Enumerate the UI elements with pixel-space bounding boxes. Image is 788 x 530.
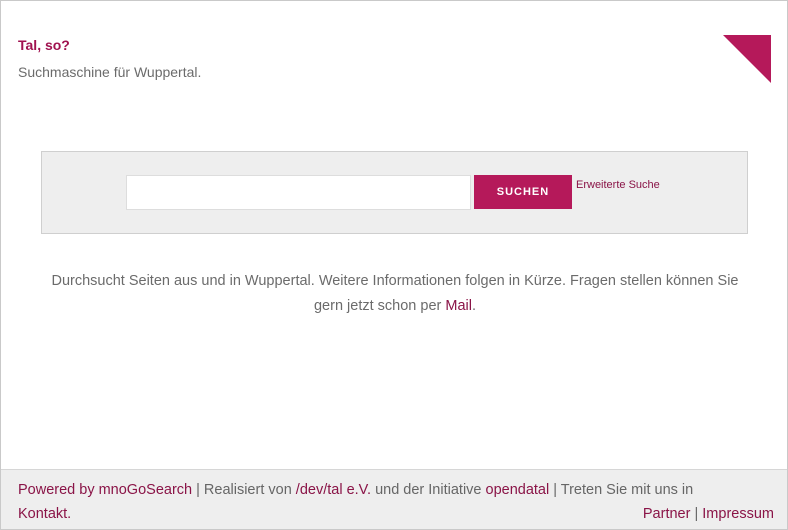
footer-realisiert-text: | Realisiert von: [192, 482, 296, 498]
search-panel: SUCHEN Erweiterte Suche: [41, 151, 748, 234]
footer-initiative-text: und der Initiative: [371, 482, 486, 498]
description-end: .: [471, 298, 476, 314]
description-text: Durchsucht Seiten aus und in Wuppertal. …: [51, 273, 739, 314]
site-title[interactable]: Tal, so?: [18, 37, 70, 53]
corner-triangle-icon: [723, 35, 771, 83]
powered-by-link[interactable]: Powered by mnoGoSearch: [18, 482, 192, 498]
footer: Powered by mnoGoSearch | Realisiert von …: [1, 469, 787, 529]
partner-link[interactable]: Partner: [643, 506, 691, 522]
site-description: Durchsucht Seiten aus und in Wuppertal. …: [40, 269, 750, 319]
devtal-link[interactable]: /dev/tal e.V.: [296, 482, 371, 498]
search-input[interactable]: [126, 175, 471, 210]
mail-link[interactable]: Mail: [445, 298, 472, 314]
opendatal-link[interactable]: opendatal: [486, 482, 550, 498]
footer-separator: |: [690, 506, 703, 522]
footer-contact-text: | Treten Sie mit uns in: [549, 482, 694, 498]
footer-contact: Kontakt.: [18, 506, 71, 522]
site-tagline: Suchmaschine für Wuppertal.: [18, 64, 202, 80]
impressum-link[interactable]: Impressum: [702, 506, 774, 522]
advanced-search-link[interactable]: Erweiterte Suche: [576, 179, 660, 191]
footer-legal: Partner | Impressum: [643, 506, 774, 522]
kontakt-link[interactable]: Kontakt.: [18, 506, 71, 522]
footer-credits: Powered by mnoGoSearch | Realisiert von …: [18, 482, 693, 498]
search-button[interactable]: SUCHEN: [474, 175, 572, 209]
